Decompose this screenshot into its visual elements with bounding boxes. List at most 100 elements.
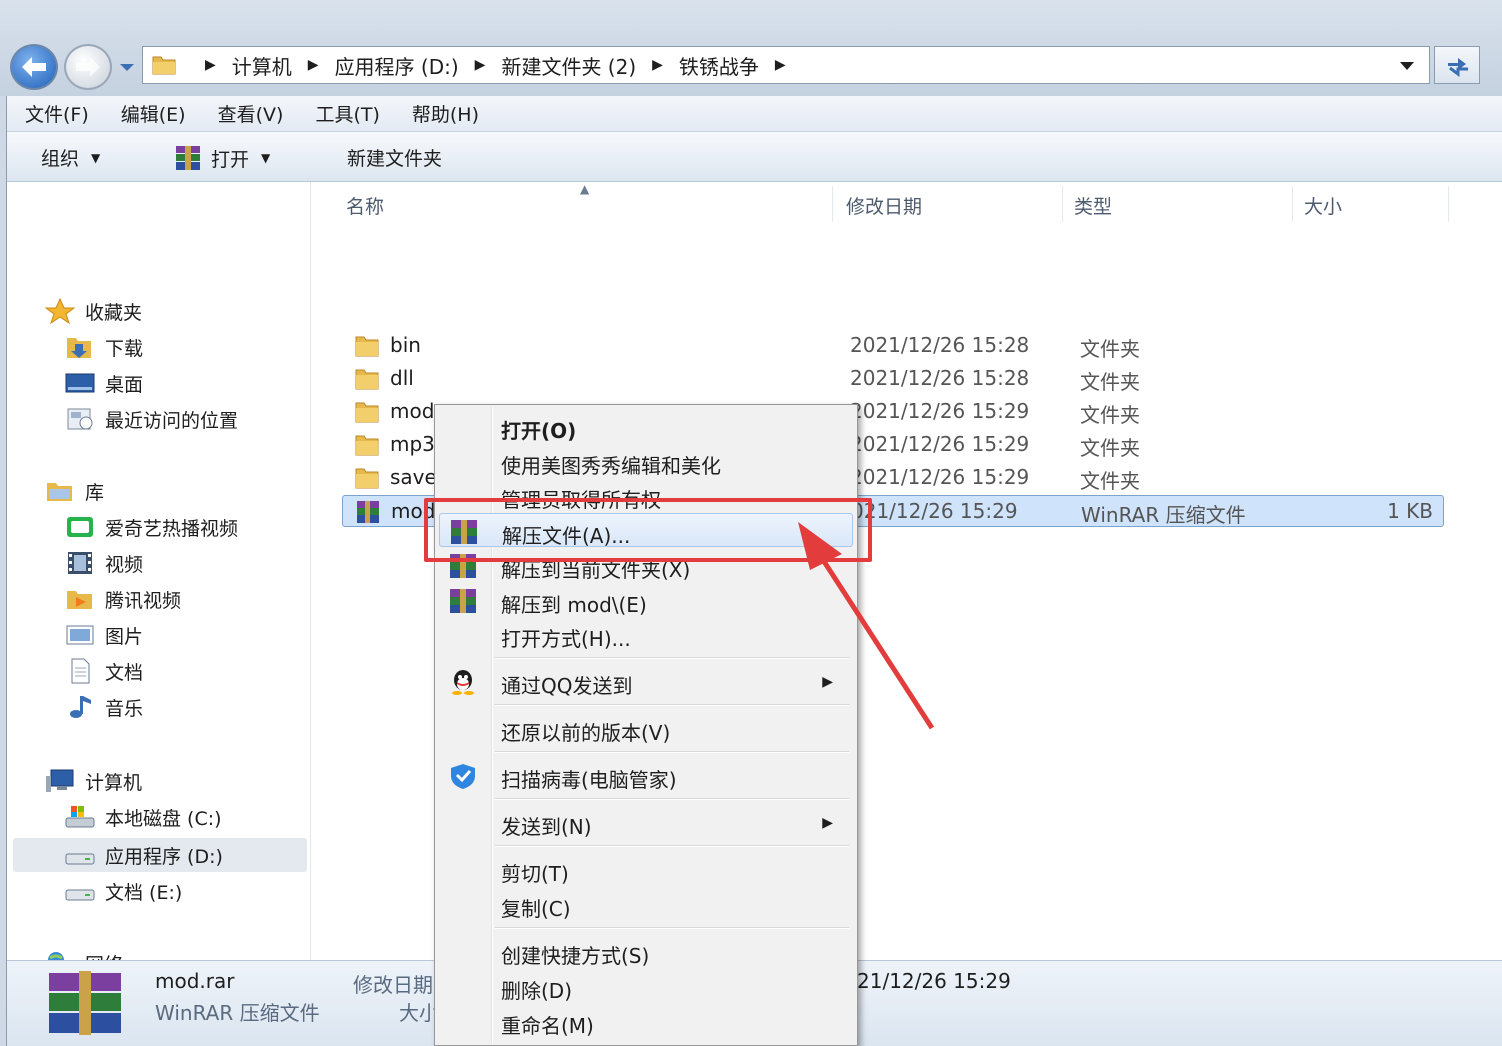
sidebar-item-drive-d[interactable]: 应用程序 (D:) xyxy=(13,838,307,872)
drive-icon xyxy=(65,853,95,865)
column-header-size[interactable]: 大小 xyxy=(1304,192,1342,219)
breadcrumb-drive-d[interactable]: 应用程序 (D:) xyxy=(335,51,459,80)
sidebar-item-pictures[interactable]: 图片 xyxy=(65,620,143,650)
address-bar[interactable]: ▶ 计算机 ▶ 应用程序 (D:) ▶ 新建文件夹 (2) ▶ 铁锈战争 ▶ xyxy=(142,46,1430,84)
menu-item-rename[interactable]: 重命名(M) xyxy=(439,1004,853,1038)
menu-separator xyxy=(495,845,849,847)
file-name: mod xyxy=(390,399,435,423)
file-type: WinRAR 压缩文件 xyxy=(1081,503,1246,527)
chevron-down-icon[interactable] xyxy=(118,60,136,74)
menu-edit[interactable]: 编辑(E) xyxy=(121,100,186,127)
annotation-arrow-icon xyxy=(798,522,935,730)
menu-item-label: 通过QQ发送到 xyxy=(501,674,633,698)
file-type: 文件夹 xyxy=(1080,337,1140,361)
column-divider[interactable] xyxy=(1062,186,1063,222)
breadcrumb-separator-icon[interactable]: ▶ xyxy=(205,57,216,73)
menu-item-meitu[interactable]: 使用美图秀秀编辑和美化 xyxy=(439,444,853,478)
caret-down-icon: ▼ xyxy=(261,151,271,165)
menu-item-open[interactable]: 打开(O) xyxy=(439,409,853,443)
sidebar-item-drive-c[interactable]: 本地磁盘 (C:) xyxy=(65,802,222,832)
system-drive-icon xyxy=(65,806,95,828)
sidebar-item-documents[interactable]: 文档 xyxy=(65,656,143,686)
title-bar: ▶ 计算机 ▶ 应用程序 (D:) ▶ 新建文件夹 (2) ▶ 铁锈战争 ▶ xyxy=(0,0,1502,96)
winrar-icon xyxy=(357,501,379,523)
file-date: 2021/12/26 15:28 xyxy=(850,366,1030,390)
menu-item-label: 打开方式(H)... xyxy=(501,627,631,651)
menu-item-copy[interactable]: 复制(C) xyxy=(439,887,853,921)
column-header-name[interactable]: 名称 xyxy=(346,192,384,219)
sidebar-item-label: 图片 xyxy=(105,625,144,648)
command-bar: 组织 ▼ 打开 ▼ 新建文件夹 xyxy=(7,132,1502,182)
document-icon xyxy=(71,658,90,684)
breadcrumb-separator-icon[interactable]: ▶ xyxy=(775,57,786,73)
file-type: 文件夹 xyxy=(1080,370,1140,394)
file-name: mp3 xyxy=(390,432,435,456)
sidebar-item-label: 腾讯视频 xyxy=(105,589,182,612)
sidebar-item-label: 应用程序 (D:) xyxy=(105,845,223,868)
menu-item-label: 重命名(M) xyxy=(501,1014,594,1038)
column-divider[interactable] xyxy=(832,186,833,222)
forward-button[interactable] xyxy=(64,44,112,90)
iqiyi-icon xyxy=(67,517,93,537)
back-button[interactable] xyxy=(10,44,58,90)
recent-places-icon xyxy=(67,408,93,430)
menu-view[interactable]: 查看(V) xyxy=(218,100,284,127)
menu-item-send-to[interactable]: 发送到(N) ▶ xyxy=(439,805,853,839)
refresh-button[interactable] xyxy=(1434,46,1480,84)
menu-item-label: 复制(C) xyxy=(501,897,571,921)
sidebar-item-recent[interactable]: 最近访问的位置 xyxy=(65,404,238,434)
menu-item-delete[interactable]: 删除(D) xyxy=(439,969,853,1003)
folder-icon xyxy=(355,435,379,456)
winrar-icon xyxy=(450,589,476,613)
sidebar-item-videos[interactable]: 视频 xyxy=(65,548,143,578)
sidebar-computer[interactable]: 计算机 xyxy=(45,766,142,796)
sidebar-libraries-label: 库 xyxy=(85,481,105,504)
menu-help[interactable]: 帮助(H) xyxy=(412,100,479,127)
file-size: 1 KB xyxy=(1387,499,1433,523)
organize-button[interactable]: 组织 ▼ xyxy=(41,144,100,171)
breadcrumb-computer[interactable]: 计算机 xyxy=(232,51,292,80)
sidebar-item-downloads[interactable]: 下载 xyxy=(65,332,143,362)
breadcrumb-separator-icon[interactable]: ▶ xyxy=(308,57,319,73)
open-button[interactable]: 打开 ▼ xyxy=(173,144,270,172)
menu-item-label: 创建快捷方式(S) xyxy=(501,944,650,968)
qq-penguin-icon xyxy=(452,670,474,695)
menu-item-scan-virus[interactable]: 扫描病毒(电脑管家) xyxy=(439,758,853,792)
sidebar-item-music[interactable]: 音乐 xyxy=(65,692,143,722)
sidebar-libraries[interactable]: 库 xyxy=(45,476,104,506)
menu-tools[interactable]: 工具(T) xyxy=(315,100,379,127)
sidebar-item-iqiyi[interactable]: 爱奇艺热播视频 xyxy=(65,512,238,542)
menu-item-cut[interactable]: 剪切(T) xyxy=(439,852,853,886)
video-film-icon xyxy=(68,552,92,574)
sidebar-item-desktop[interactable]: 桌面 xyxy=(65,368,143,398)
menu-file[interactable]: 文件(F) xyxy=(25,100,89,127)
shield-icon xyxy=(451,764,475,789)
sidebar-item-drive-e[interactable]: 文档 (E:) xyxy=(65,876,182,906)
column-header-modified[interactable]: 修改日期 xyxy=(846,192,922,219)
menu-item-label: 剪切(T) xyxy=(501,862,569,886)
file-row-bin[interactable]: bin 2021/12/26 15:28 文件夹 xyxy=(342,330,1444,362)
breadcrumb-new-folder[interactable]: 新建文件夹 (2) xyxy=(501,51,636,80)
column-header-type[interactable]: 类型 xyxy=(1074,192,1112,219)
file-type: 文件夹 xyxy=(1080,403,1140,427)
sidebar-item-tencent-video[interactable]: 腾讯视频 xyxy=(65,584,181,614)
new-folder-label: 新建文件夹 xyxy=(347,148,443,170)
new-folder-button[interactable]: 新建文件夹 xyxy=(347,144,442,171)
breadcrumb-rusted-warfare[interactable]: 铁锈战争 xyxy=(679,51,759,80)
breadcrumb-separator-icon[interactable]: ▶ xyxy=(652,57,663,73)
breadcrumb-separator-icon[interactable]: ▶ xyxy=(475,57,486,73)
file-row-dll[interactable]: dll 2021/12/26 15:28 文件夹 xyxy=(342,363,1444,395)
open-label: 打开 xyxy=(211,148,250,171)
folder-icon xyxy=(355,402,379,423)
menu-item-label: 扫描病毒(电脑管家) xyxy=(501,768,677,792)
music-note-icon xyxy=(70,696,91,718)
column-divider[interactable] xyxy=(1448,186,1449,222)
details-filetype: WinRAR 压缩文件 xyxy=(155,1001,320,1025)
tencent-video-icon xyxy=(67,591,92,609)
chevron-down-icon[interactable] xyxy=(1399,60,1415,72)
menu-item-label: 发送到(N) xyxy=(501,815,592,839)
column-divider[interactable] xyxy=(1292,186,1293,222)
organize-label: 组织 xyxy=(41,148,80,170)
sidebar-favorites[interactable]: 收藏夹 xyxy=(45,296,142,326)
menu-item-create-shortcut[interactable]: 创建快捷方式(S) xyxy=(439,934,853,968)
